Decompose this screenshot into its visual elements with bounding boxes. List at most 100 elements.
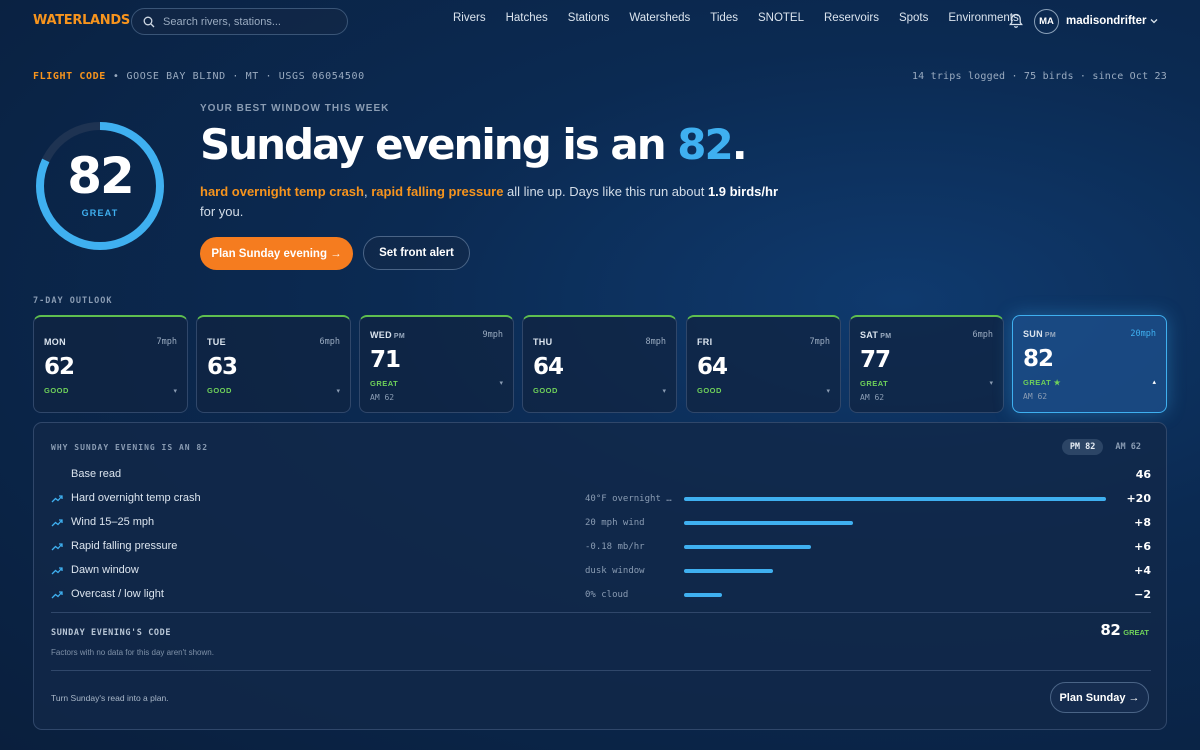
day-rating: GREAT	[370, 379, 399, 388]
day-card-sun[interactable]: SUN PM 20mph 82 GREAT ★ AM 62 ▴	[1012, 315, 1167, 413]
collapse-caret-icon[interactable]: ▴	[1152, 378, 1156, 386]
headline-score: 82	[677, 120, 733, 169]
birds-rate: 1.9 birds/hr	[707, 184, 779, 199]
trend-up-icon	[51, 519, 63, 527]
nav-spots[interactable]: Spots	[899, 12, 928, 24]
day-rating: GREAT ★	[1023, 378, 1062, 387]
factor-value: +4	[1134, 564, 1151, 577]
nav-tides[interactable]: Tides	[710, 12, 738, 24]
code-score-rating: GREAT	[1123, 628, 1149, 637]
expand-caret-icon[interactable]: ▾	[826, 387, 830, 395]
factor-bar	[684, 569, 773, 573]
top-nav: WATERLANDS Rivers Hatches Stations Water…	[0, 0, 1200, 44]
day-score: 64	[697, 354, 728, 380]
set-front-alert-button[interactable]: Set front alert	[363, 236, 470, 270]
day-card-wed[interactable]: WED PM 9mph 71 GREAT AM 62 ▾	[359, 315, 514, 413]
breakdown-title: WHY SUNDAY EVENING IS AN 82	[51, 443, 209, 452]
factor-detail: 20 mph wind	[585, 518, 645, 528]
gauge-score: 82	[67, 147, 135, 205]
nav-rivers[interactable]: Rivers	[453, 12, 486, 24]
factor-highlight-2: rapid falling pressure	[371, 184, 504, 199]
search-input[interactable]	[163, 15, 333, 28]
app-logo[interactable]: WATERLANDS	[33, 13, 130, 28]
avatar[interactable]: MA	[1034, 9, 1059, 34]
search-icon	[143, 16, 155, 27]
day-name: SUN PM	[1023, 329, 1057, 339]
factor-value: −2	[1134, 588, 1151, 601]
factor-row: Wind 15–25 mph 20 mph wind +8	[51, 515, 1151, 531]
factor-name: Rapid falling pressure	[71, 540, 178, 552]
code-score: 82 GREAT	[1100, 621, 1149, 639]
divider	[51, 670, 1151, 671]
day-score: 63	[207, 354, 238, 380]
expand-caret-icon[interactable]: ▾	[336, 387, 340, 395]
day-wind: 6mph	[972, 330, 993, 340]
day-wind: 8mph	[645, 337, 666, 347]
gauge-rating: GREAT	[81, 208, 119, 218]
trip-stats: 14 trips logged · 75 birds · since Oct 2…	[911, 71, 1167, 82]
day-card-mon[interactable]: MON 7mph 62 GOOD ▾	[33, 315, 188, 413]
code-score-value: 82	[1100, 621, 1121, 639]
day-rating: GOOD	[533, 386, 558, 395]
factor-bar	[684, 593, 722, 597]
nav-hatches[interactable]: Hatches	[506, 12, 548, 24]
search-box[interactable]	[131, 8, 348, 35]
day-name: THU	[533, 337, 553, 347]
trend-up-icon	[51, 495, 63, 503]
nav-snotel[interactable]: SNOTEL	[758, 12, 804, 24]
headline-text: Sunday evening is an	[200, 120, 678, 169]
nav-watersheds[interactable]: Watersheds	[629, 12, 690, 24]
factor-name: Dawn window	[71, 564, 139, 576]
headline-period: .	[731, 120, 748, 169]
expand-caret-icon[interactable]: ▾	[662, 387, 666, 395]
day-card-sat[interactable]: SAT PM 6mph 77 GREAT AM 62 ▾	[849, 315, 1004, 413]
day-wind: 9mph	[482, 330, 503, 340]
day-name: WED PM	[370, 330, 406, 340]
day-score: 62	[44, 354, 75, 380]
code-note: Factors with no data for this day aren't…	[51, 648, 214, 657]
trend-up-icon	[51, 567, 63, 575]
toggle-pm[interactable]: PM 82	[1061, 439, 1104, 455]
chevron-down-icon[interactable]	[1149, 16, 1159, 26]
username[interactable]: madisondrifter	[1066, 15, 1147, 27]
factor-row: Rapid falling pressure -0.18 mb/hr +6	[51, 539, 1151, 555]
plan-note: Turn Sunday's read into a plan.	[51, 693, 169, 703]
expand-caret-icon[interactable]: ▾	[989, 379, 993, 387]
factor-name: Hard overnight temp crash	[71, 492, 201, 504]
factor-bar	[684, 521, 853, 525]
nav-stations[interactable]: Stations	[568, 12, 610, 24]
separator: •	[112, 71, 120, 82]
toggle-am[interactable]: AM 62	[1107, 439, 1149, 455]
bell-icon[interactable]	[1009, 13, 1023, 29]
am-pm-toggle: PM 82 AM 62	[1061, 439, 1149, 455]
nav-reservoirs[interactable]: Reservoirs	[824, 12, 879, 24]
hero-eyebrow: YOUR BEST WINDOW THIS WEEK	[200, 103, 390, 114]
day-card-thu[interactable]: THU 8mph 64 GOOD ▾	[522, 315, 677, 413]
factor-detail: -0.18 mb/hr	[585, 542, 645, 552]
factor-highlight-1: hard overnight temp crash	[200, 184, 364, 199]
factor-row: Base read 46	[51, 467, 1151, 483]
subline-end: for you.	[200, 204, 244, 219]
plan-sunday-button[interactable]: Plan Sunday →	[1050, 682, 1149, 713]
subline-comma: ,	[363, 184, 368, 199]
day-am-score: AM 62	[1023, 392, 1048, 401]
factor-row: Overcast / low light 0% cloud −2	[51, 587, 1151, 603]
subline-mid: all line up. Days like this run about	[503, 184, 708, 199]
factor-detail: dusk window	[585, 566, 645, 576]
factor-name: Wind 15–25 mph	[71, 516, 155, 528]
location-name: GOOSE BAY BLIND · MT · USGS 06054500	[126, 71, 365, 82]
factor-bar	[684, 497, 1106, 501]
expand-caret-icon[interactable]: ▾	[173, 387, 177, 395]
trend-up-icon	[51, 591, 63, 599]
factor-name: Base read	[71, 468, 122, 480]
trend-up-icon	[51, 543, 63, 551]
day-card-fri[interactable]: FRI 7mph 64 GOOD ▾	[686, 315, 841, 413]
hero-subline: hard overnight temp crash, rapid falling…	[200, 182, 780, 222]
outlook-label: 7-DAY OUTLOOK	[33, 296, 113, 306]
factor-detail: 0% cloud	[585, 590, 629, 600]
day-card-tue[interactable]: TUE 6mph 63 GOOD ▾	[196, 315, 351, 413]
plan-sunday-evening-button[interactable]: Plan Sunday evening →	[200, 237, 353, 270]
day-name: MON	[44, 337, 66, 347]
breakdown-panel: WHY SUNDAY EVENING IS AN 82 PM 82 AM 62 …	[33, 422, 1167, 730]
expand-caret-icon[interactable]: ▾	[499, 379, 503, 387]
